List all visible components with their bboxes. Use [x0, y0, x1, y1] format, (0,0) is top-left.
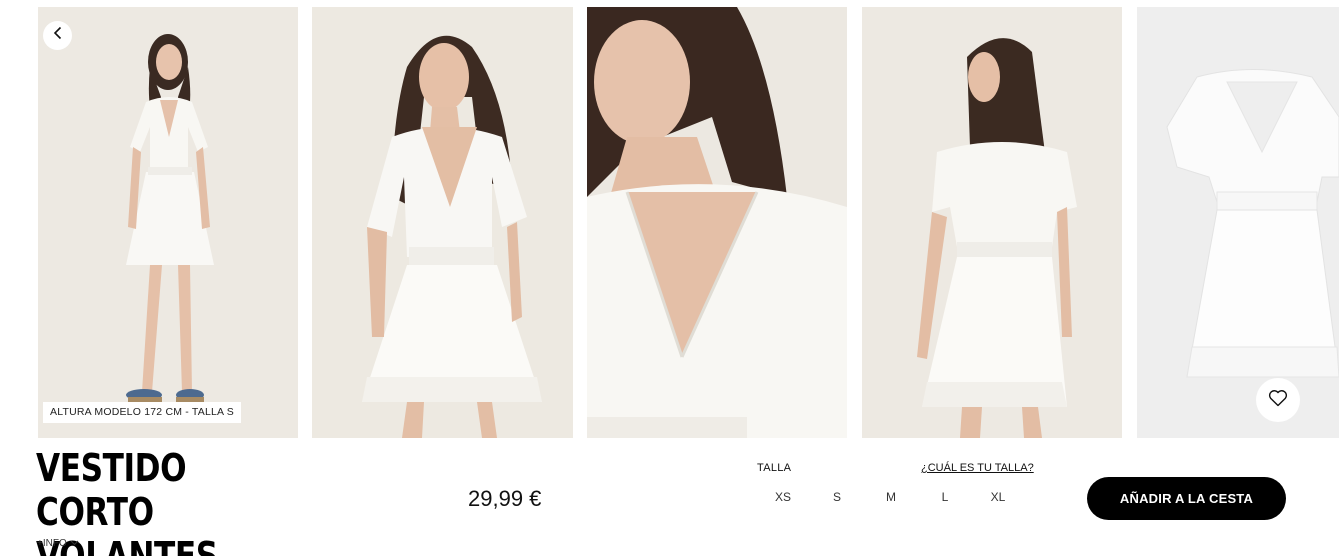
product-photo-front-pose[interactable] — [312, 7, 573, 438]
size-label: TALLA — [757, 462, 792, 474]
more-info-toggle[interactable]: +INFO — [37, 538, 79, 549]
product-photo-flat-lay[interactable] — [1137, 7, 1339, 438]
size-option-s[interactable]: S — [822, 490, 852, 504]
product-photo-closeup-neckline[interactable] — [587, 7, 847, 438]
chevron-down-icon — [70, 538, 79, 549]
size-guide-link[interactable]: ¿CUÁL ES TU TALLA? — [921, 462, 1034, 474]
heart-icon — [1268, 389, 1288, 412]
model-info-tag: ALTURA MODELO 172 CM - TALLA S — [43, 402, 241, 423]
size-option-l[interactable]: L — [930, 490, 960, 504]
product-gallery — [0, 7, 1339, 438]
size-option-xl[interactable]: XL — [983, 490, 1013, 504]
size-option-m[interactable]: M — [876, 490, 906, 504]
add-to-cart-button[interactable]: AÑADIR A LA CESTA — [1087, 477, 1286, 520]
back-button[interactable] — [43, 21, 72, 50]
size-option-xs[interactable]: XS — [768, 490, 798, 504]
chevron-left-icon — [52, 26, 64, 45]
product-price: 29,99 € — [468, 486, 542, 511]
favorite-button[interactable] — [1256, 378, 1300, 422]
product-photo-back[interactable] — [862, 7, 1122, 438]
product-photo-full-front[interactable] — [38, 7, 298, 438]
more-info-label: +INFO — [37, 538, 67, 549]
